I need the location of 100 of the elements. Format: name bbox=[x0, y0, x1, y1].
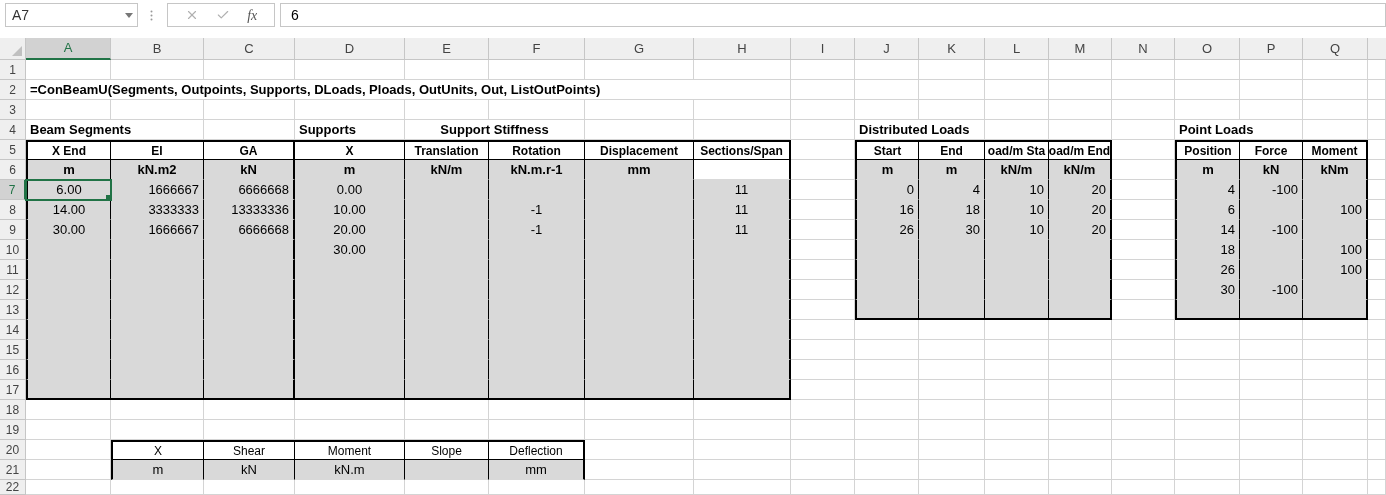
sheet-cell[interactable] bbox=[1368, 480, 1386, 495]
sheet-cell[interactable] bbox=[1049, 340, 1112, 360]
sheet-cell[interactable] bbox=[1112, 200, 1175, 220]
sheet-cell[interactable] bbox=[1368, 280, 1386, 300]
sheet-cell[interactable] bbox=[1368, 360, 1386, 380]
sheet-cell[interactable] bbox=[1303, 100, 1368, 120]
sheet-cell[interactable] bbox=[585, 480, 694, 495]
sheet-cell[interactable] bbox=[1240, 360, 1303, 380]
sheet-cell[interactable] bbox=[585, 460, 694, 480]
sheet-cell[interactable] bbox=[1049, 60, 1112, 80]
sheet-cell[interactable] bbox=[405, 420, 489, 440]
sheet-cell[interactable] bbox=[1049, 360, 1112, 380]
row-header[interactable]: 1 bbox=[0, 60, 26, 80]
sheet-cell[interactable] bbox=[1303, 400, 1368, 420]
sheet-cell[interactable] bbox=[295, 60, 405, 80]
sheet-cell[interactable] bbox=[204, 60, 295, 80]
sheet-cell[interactable] bbox=[204, 400, 295, 420]
sheet-cell[interactable] bbox=[855, 480, 919, 495]
sheet-cell[interactable] bbox=[855, 320, 919, 340]
sheet-cell[interactable] bbox=[1112, 460, 1175, 480]
sheet-cell[interactable] bbox=[791, 140, 855, 160]
sheet-cell[interactable] bbox=[791, 400, 855, 420]
sheet-cell[interactable] bbox=[791, 440, 855, 460]
sheet-cell[interactable] bbox=[791, 240, 855, 260]
sheet-cell[interactable] bbox=[985, 460, 1049, 480]
sheet-cell[interactable] bbox=[791, 80, 855, 100]
sheet-cell[interactable] bbox=[1112, 100, 1175, 120]
sheet-cell[interactable] bbox=[855, 400, 919, 420]
sheet-cell[interactable] bbox=[585, 440, 694, 460]
sheet-cell[interactable] bbox=[985, 440, 1049, 460]
sheet-cell[interactable] bbox=[694, 400, 791, 420]
sheet-cell[interactable] bbox=[489, 420, 585, 440]
row-header[interactable]: 22 bbox=[0, 480, 26, 495]
sheet-cell[interactable] bbox=[791, 420, 855, 440]
row-header[interactable]: 12 bbox=[0, 280, 26, 300]
sheet-cell[interactable] bbox=[1112, 180, 1175, 200]
sheet-cell[interactable] bbox=[791, 160, 855, 180]
sheet-cell[interactable] bbox=[919, 60, 985, 80]
sheet-cell[interactable] bbox=[1368, 160, 1386, 180]
column-header[interactable]: O bbox=[1175, 38, 1240, 60]
sheet-cell[interactable] bbox=[1303, 420, 1368, 440]
sheet-cell[interactable] bbox=[791, 220, 855, 240]
sheet-cell[interactable] bbox=[1175, 320, 1240, 340]
sheet-cell[interactable] bbox=[1112, 280, 1175, 300]
sheet-cell[interactable] bbox=[1112, 140, 1175, 160]
sheet-cell[interactable] bbox=[985, 320, 1049, 340]
sheet-cell[interactable] bbox=[1112, 240, 1175, 260]
column-header[interactable]: B bbox=[111, 38, 204, 60]
sheet-cell[interactable] bbox=[1368, 240, 1386, 260]
sheet-cell[interactable] bbox=[1368, 200, 1386, 220]
sheet-cell[interactable] bbox=[694, 100, 791, 120]
sheet-cell[interactable] bbox=[26, 440, 111, 460]
sheet-cell[interactable] bbox=[1303, 120, 1368, 140]
sheet-cell[interactable] bbox=[1112, 260, 1175, 280]
sheet-cell[interactable] bbox=[1049, 480, 1112, 495]
sheet-cell[interactable] bbox=[1112, 340, 1175, 360]
sheet-cell[interactable] bbox=[855, 60, 919, 80]
column-header[interactable]: P bbox=[1240, 38, 1303, 60]
sheet-cell[interactable] bbox=[1240, 420, 1303, 440]
column-header[interactable]: M bbox=[1049, 38, 1112, 60]
sheet-cell[interactable] bbox=[1368, 120, 1386, 140]
sheet-cell[interactable] bbox=[855, 80, 919, 100]
sheet-cell[interactable] bbox=[694, 120, 791, 140]
row-header[interactable]: 20 bbox=[0, 440, 26, 460]
sheet-cell[interactable] bbox=[26, 100, 111, 120]
sheet-cell[interactable] bbox=[1112, 440, 1175, 460]
select-all-icon[interactable] bbox=[12, 46, 22, 56]
sheet-cell[interactable] bbox=[1303, 320, 1368, 340]
sheet-cell[interactable] bbox=[919, 340, 985, 360]
sheet-cell[interactable] bbox=[694, 80, 791, 100]
sheet-cell[interactable] bbox=[1240, 340, 1303, 360]
sheet-cell[interactable] bbox=[1049, 320, 1112, 340]
sheet-cell[interactable] bbox=[1049, 100, 1112, 120]
sheet-cell[interactable] bbox=[111, 400, 204, 420]
sheet-cell[interactable] bbox=[1303, 360, 1368, 380]
sheet-cell[interactable] bbox=[1112, 60, 1175, 80]
sheet-cell[interactable] bbox=[1112, 160, 1175, 180]
column-header[interactable]: I bbox=[791, 38, 855, 60]
sheet-cell[interactable] bbox=[1303, 380, 1368, 400]
row-header[interactable]: 9 bbox=[0, 220, 26, 240]
formula-input[interactable]: 6 bbox=[280, 3, 1386, 27]
check-icon[interactable] bbox=[215, 8, 230, 22]
sheet-cell[interactable] bbox=[1240, 460, 1303, 480]
sheet-cell[interactable] bbox=[791, 280, 855, 300]
sheet-cell[interactable] bbox=[985, 120, 1049, 140]
sheet-cell[interactable] bbox=[919, 420, 985, 440]
sheet-cell[interactable] bbox=[585, 100, 694, 120]
sheet-cell[interactable] bbox=[1112, 420, 1175, 440]
sheet-cell[interactable] bbox=[855, 460, 919, 480]
row-header[interactable]: 15 bbox=[0, 340, 26, 360]
sheet-cell[interactable] bbox=[1368, 80, 1386, 100]
sheet-cell[interactable] bbox=[1112, 380, 1175, 400]
row-header[interactable]: 5 bbox=[0, 140, 26, 160]
sheet-cell[interactable] bbox=[791, 200, 855, 220]
sheet-cell[interactable] bbox=[985, 360, 1049, 380]
column-header[interactable] bbox=[1368, 38, 1386, 60]
sheet-cell[interactable] bbox=[985, 340, 1049, 360]
sheet-cell[interactable] bbox=[919, 360, 985, 380]
sheet-cell[interactable] bbox=[791, 100, 855, 120]
sheet-cell[interactable] bbox=[204, 120, 295, 140]
